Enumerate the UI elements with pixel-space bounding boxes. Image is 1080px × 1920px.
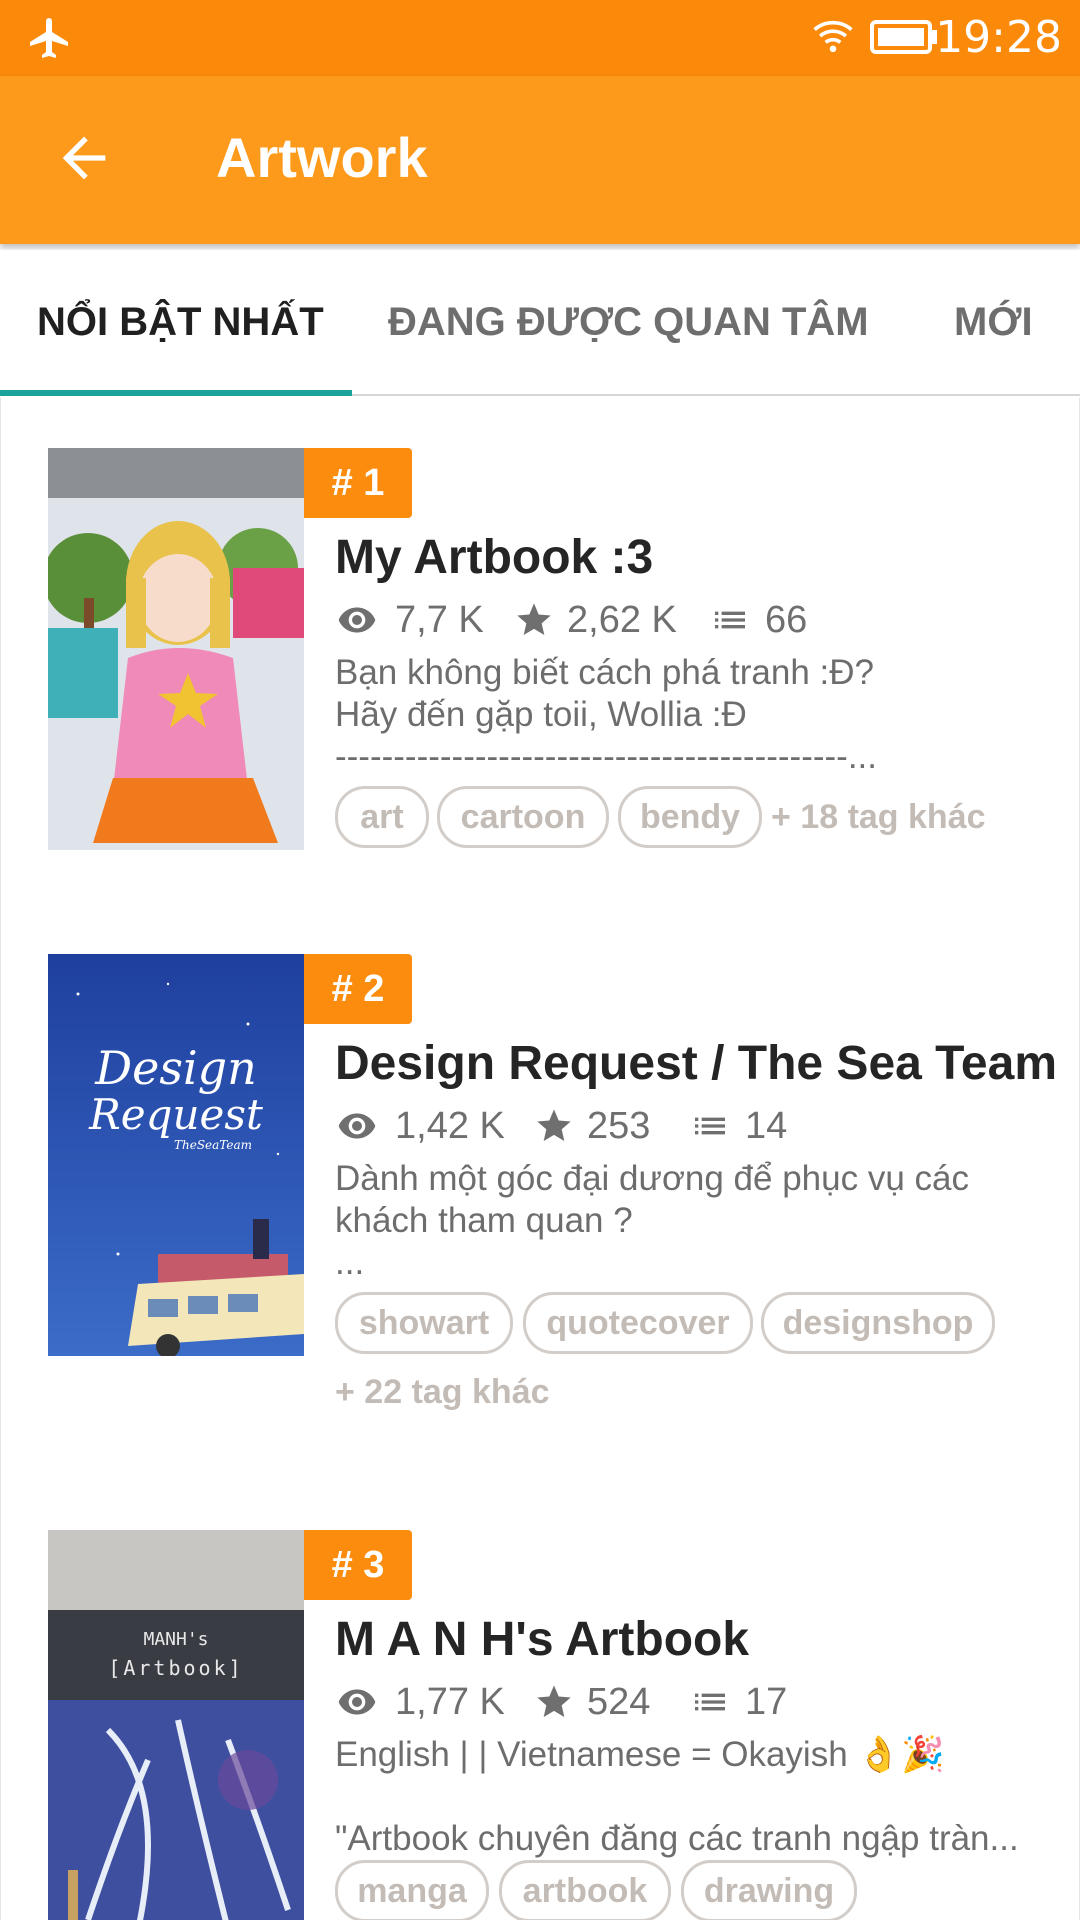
tab-bar: NỔI BẬT NHẤT ĐANG ĐƯỢC QUAN TÂM MỚI (0, 250, 1080, 396)
story-cover[interactable]: Design Request TheSeaTeam (48, 954, 304, 1356)
tag-chip[interactable]: showart (335, 1292, 513, 1354)
svg-text:Design: Design (94, 1041, 257, 1095)
tag-chip[interactable]: bendy (618, 786, 762, 848)
svg-text:[Artbook]: [Artbook] (108, 1656, 243, 1680)
story-cover[interactable] (48, 448, 304, 850)
story-title[interactable]: Design Request / The Sea Team (335, 1034, 1057, 1094)
app-bar: Artwork (0, 76, 1080, 244)
list-icon (695, 1693, 725, 1711)
rank-badge: # 1 (304, 448, 412, 518)
story-description: English | | Vietnamese = Okayish 👌🎉 "Art… (335, 1735, 1019, 1858)
more-tags[interactable]: + 18 tag khác (771, 789, 986, 845)
story-title[interactable]: M A N H's Artbook (335, 1610, 749, 1670)
tag-chip[interactable]: drawing (681, 1860, 857, 1920)
story-card[interactable]: # 1 My Artbook :3 7,7 K 2,62 K 66 Bạn kh… (0, 398, 1080, 905)
tab-trending[interactable]: ĐANG ĐƯỢC QUAN TÂM (388, 294, 869, 350)
tag-chip[interactable]: manga (335, 1860, 489, 1920)
eye-icon (338, 607, 376, 633)
tab-indicator (0, 390, 352, 396)
rank-badge: # 2 (304, 954, 412, 1024)
tag-chip[interactable]: designshop (761, 1292, 995, 1354)
list-icon (715, 611, 745, 629)
rank-badge: # 3 (304, 1530, 412, 1600)
star-icon (537, 1685, 571, 1717)
tag-chip[interactable]: cartoon (437, 786, 609, 848)
eye-icon (338, 1689, 376, 1715)
tab-new[interactable]: MỚI (954, 294, 1033, 350)
arrow-left-icon[interactable] (52, 126, 116, 190)
status-bar: 19:28 (0, 0, 1080, 76)
page-title: Artwork (216, 126, 428, 189)
story-cover[interactable]: MANH's [Artbook] (48, 1530, 304, 1920)
more-tags[interactable]: + 22 tag khác (335, 1364, 550, 1420)
wifi-icon (813, 20, 853, 53)
battery-icon (870, 20, 937, 54)
status-time: 19:28 (935, 12, 1062, 63)
svg-text:Request: Request (88, 1090, 263, 1139)
tag-chip[interactable]: quotecover (523, 1292, 753, 1354)
svg-text:MANH's: MANH's (143, 1629, 208, 1650)
story-description: Bạn không biết cách phá tranh :Đ? Hãy đế… (335, 653, 878, 776)
story-description: Dành một góc đại dương để phục vụ các kh… (335, 1159, 969, 1282)
story-card[interactable]: Design Request TheSeaTeam # 2 Design Req… (0, 904, 1080, 1481)
tab-featured[interactable]: NỔI BẬT NHẤT (37, 294, 324, 350)
svg-text:TheSeaTeam: TheSeaTeam (174, 1138, 252, 1152)
eye-icon (338, 1113, 376, 1139)
airplane-icon (30, 18, 68, 58)
list-icon (695, 1117, 725, 1135)
story-card[interactable]: MANH's [Artbook] # 3 M A N H's Artbook 1… (0, 1480, 1080, 1920)
tag-chip[interactable]: art (335, 786, 429, 848)
story-list: # 1 My Artbook :3 7,7 K 2,62 K 66 Bạn kh… (0, 398, 1080, 1920)
star-icon (517, 603, 551, 635)
star-icon (537, 1109, 571, 1141)
tag-chip[interactable]: artbook (499, 1860, 671, 1920)
story-title[interactable]: My Artbook :3 (335, 528, 653, 588)
